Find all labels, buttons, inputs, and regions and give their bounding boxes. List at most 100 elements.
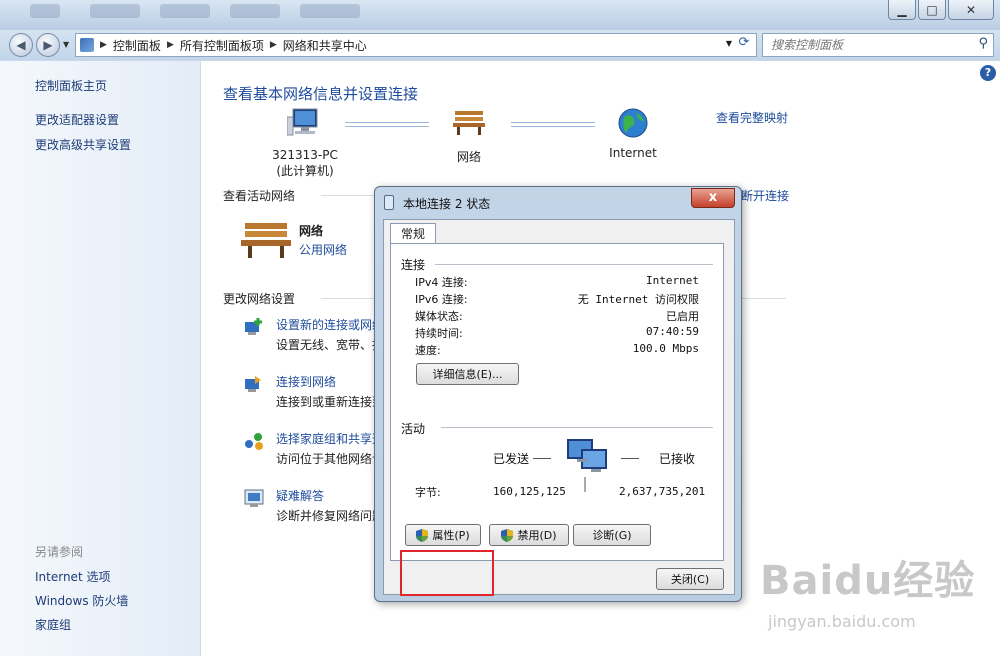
map-node-computer[interactable]: 321313-PC (此计算机) <box>265 107 345 179</box>
ipv4-label: IPv4 连接: <box>415 276 468 289</box>
task-title[interactable]: 选择家庭组和共享选 <box>276 430 384 447</box>
disable-button[interactable]: 禁用(D) <box>489 524 569 546</box>
diagnose-button[interactable]: 诊断(G) <box>573 524 651 546</box>
network-type-link[interactable]: 公用网络 <box>299 241 347 258</box>
duration-value: 07:40:59 <box>646 325 699 338</box>
task-desc: 诊断并修复网络问题 <box>276 509 385 523</box>
chevron-right-icon[interactable]: ▶ <box>270 40 277 50</box>
task-desc: 访问位于其他网络计 <box>276 452 385 466</box>
back-button[interactable]: ◀ <box>9 33 33 57</box>
details-button[interactable]: 详细信息(E)... <box>416 363 519 385</box>
forward-button[interactable]: ▶ <box>36 33 60 57</box>
arrow-left-icon: ◀ <box>16 38 26 52</box>
map-connector-line <box>345 122 429 127</box>
media-state-value: 已启用 <box>666 310 699 323</box>
ipv4-value: Internet <box>646 274 699 287</box>
bytes-label: 字节: <box>415 486 441 499</box>
see-also-internet-options[interactable]: Internet 选项 <box>35 568 110 585</box>
blurred-taskbar-item <box>90 4 140 18</box>
search-input[interactable] <box>769 37 973 53</box>
see-also-firewall[interactable]: Windows 防火墙 <box>35 592 128 609</box>
task-desc: 连接到或重新连接到 <box>276 395 385 409</box>
media-state-label: 媒体状态: <box>415 310 463 323</box>
properties-button[interactable]: 属性(P) <box>405 524 481 546</box>
sent-dash <box>533 458 551 459</box>
address-dropdown-icon[interactable]: ▼ <box>726 39 732 48</box>
search-icon[interactable]: ⚲ <box>978 36 988 51</box>
network-name: 网络 <box>456 150 481 164</box>
breadcrumb-network-center[interactable]: 网络和共享中心 <box>283 37 367 54</box>
uac-shield-icon <box>501 528 514 542</box>
network-adapter-icon <box>384 195 394 210</box>
ipv6-label: IPv6 连接: <box>415 293 468 306</box>
help-icon[interactable]: ? <box>980 65 996 81</box>
map-node-internet[interactable]: Internet <box>601 107 665 160</box>
internet-label: Internet <box>609 146 657 160</box>
bytes-received-value: 2,637,735,201 <box>619 485 706 498</box>
troubleshoot-icon <box>244 489 264 507</box>
navigation-bar: ◀ ▶ ▼ ▶ 控制面板 ▶ 所有控制面板项 ▶ 网络和共享中心 ▼ ⟳ ⚲ <box>0 30 1000 60</box>
close-icon: x <box>708 190 718 205</box>
task-title[interactable]: 设置新的连接或网络 <box>276 316 384 333</box>
computer-icon <box>286 108 318 136</box>
task-desc: 设置无线、宽带、拨 <box>276 338 385 352</box>
properties-label: 属性(P) <box>432 529 470 542</box>
map-node-network[interactable]: 网络 <box>439 107 499 165</box>
task-title[interactable]: 疑难解答 <box>276 487 324 504</box>
sidebar-item-control-panel-home[interactable]: 控制面板主页 <box>35 77 107 94</box>
group-divider <box>435 264 713 265</box>
see-also-homegroup[interactable]: 家庭组 <box>35 616 71 633</box>
search-box[interactable]: ⚲ <box>762 33 994 57</box>
computer-sub: (此计算机) <box>276 164 334 178</box>
minimize-icon: ▁ <box>897 2 907 17</box>
minimize-button[interactable]: ▁ <box>888 0 916 20</box>
chevron-right-icon[interactable]: ▶ <box>167 40 174 50</box>
bench-icon <box>453 111 485 135</box>
new-connection-icon <box>245 318 262 335</box>
dialog-body: 常规 连接 IPv4 连接: Internet IPv6 连接: 无 Inter… <box>383 219 735 596</box>
blurred-taskbar-item <box>160 4 210 18</box>
blurred-taskbar-item <box>30 4 60 18</box>
view-full-map-link[interactable]: 查看完整映射 <box>716 109 788 126</box>
group-divider <box>441 427 713 428</box>
task-title[interactable]: 连接到网络 <box>276 373 336 390</box>
dialog-title: 本地连接 2 状态 <box>403 197 491 211</box>
breadcrumb-all-items[interactable]: 所有控制面板项 <box>180 37 264 54</box>
watermark-url: jingyan.baidu.com <box>768 612 916 631</box>
blurred-taskbar-item <box>300 4 360 18</box>
dialog-close-text-button[interactable]: 关闭(C) <box>656 568 724 590</box>
blurred-taskbar-item <box>230 4 280 18</box>
maximize-button[interactable]: □ <box>918 0 946 20</box>
chevron-right-icon[interactable]: ▶ <box>100 40 107 50</box>
sidebar-item-adapter-settings[interactable]: 更改适配器设置 <box>35 111 119 128</box>
uac-shield-icon <box>416 528 429 542</box>
computer-name: 321313-PC <box>272 148 338 162</box>
speed-value: 100.0 Mbps <box>632 342 699 355</box>
received-dash <box>621 458 639 459</box>
tab-general[interactable]: 常规 <box>390 223 436 244</box>
breadcrumb-control-panel[interactable]: 控制面板 <box>113 37 161 54</box>
close-window-button[interactable]: ✕ <box>948 0 994 20</box>
ipv6-value: 无 Internet 访问权限 <box>577 293 699 306</box>
connection-status-dialog: 本地连接 2 状态 x 常规 连接 IPv4 连接: Internet IPv6… <box>374 186 742 602</box>
address-bar[interactable]: ▶ 控制面板 ▶ 所有控制面板项 ▶ 网络和共享中心 ▼ <box>75 33 757 57</box>
active-network-name: 网络 <box>299 224 324 238</box>
arrow-right-icon: ▶ <box>43 38 53 52</box>
sidebar-item-advanced-sharing[interactable]: 更改高级共享设置 <box>35 136 131 153</box>
connection-group-label: 连接 <box>401 258 426 272</box>
see-also-heading: 另请参阅 <box>35 545 84 559</box>
map-connector-line <box>511 122 595 127</box>
bench-icon <box>241 223 291 258</box>
annotation-highlight-box <box>400 550 494 596</box>
received-label: 已接收 <box>659 452 696 466</box>
dialog-close-button[interactable]: x <box>691 188 735 208</box>
bytes-sent-value: 160,125,125 <box>493 485 566 498</box>
speed-label: 速度: <box>415 344 441 357</box>
disconnect-link[interactable]: 断开连接 <box>741 187 789 204</box>
control-panel-icon <box>80 38 94 52</box>
tab-panel-general: 连接 IPv4 连接: Internet IPv6 连接: 无 Internet… <box>390 243 724 561</box>
left-nav-pane: 控制面板主页 更改适配器设置 更改高级共享设置 另请参阅 Internet 选项… <box>0 61 201 656</box>
duration-label: 持续时间: <box>415 327 463 340</box>
history-dropdown-icon[interactable]: ▼ <box>63 40 69 49</box>
refresh-button[interactable]: ⟳ <box>735 35 753 53</box>
